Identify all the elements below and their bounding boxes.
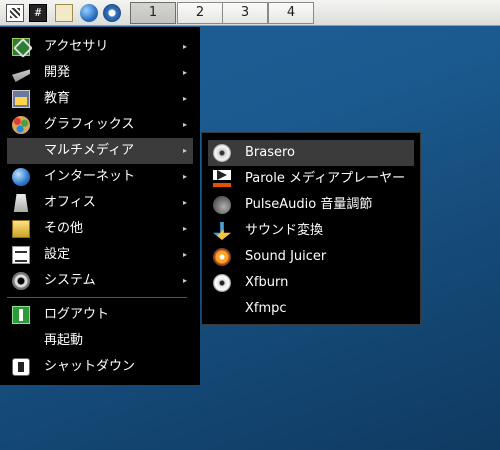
menu-item-label: アクセサリ bbox=[44, 39, 109, 54]
menu-item-settings[interactable]: 設定 ▸ bbox=[7, 242, 193, 268]
other-icon bbox=[12, 220, 30, 238]
multimedia-submenu: Brasero Parole メディアプレーヤー PulseAudio 音量調節… bbox=[201, 132, 421, 325]
submenu-arrow-icon: ▸ bbox=[182, 146, 187, 155]
submenu-item-sound-converter[interactable]: サウンド変換 bbox=[208, 218, 414, 244]
menu-item-office[interactable]: オフィス ▸ bbox=[7, 190, 193, 216]
submenu-arrow-icon: ▸ bbox=[182, 276, 187, 285]
menu-item-shutdown[interactable]: シャットダウン bbox=[7, 354, 193, 380]
graphics-icon bbox=[12, 116, 30, 134]
menu-item-graphics[interactable]: グラフィックス ▸ bbox=[7, 112, 193, 138]
menu-item-label: Parole メディアプレーヤー bbox=[245, 171, 406, 186]
menu-item-education[interactable]: 教育 ▸ bbox=[7, 86, 193, 112]
menu-item-label: 開発 bbox=[44, 65, 71, 80]
disc-burner-icon bbox=[213, 144, 231, 162]
menu-item-logout[interactable]: ログアウト bbox=[7, 302, 193, 328]
top-panel: # 1 2 3 4 bbox=[0, 0, 500, 26]
menu-item-label: オフィス bbox=[44, 195, 96, 210]
applications-menu-icon[interactable] bbox=[6, 4, 24, 22]
submenu-arrow-icon: ▸ bbox=[182, 68, 187, 77]
menu-item-label: 設定 bbox=[44, 247, 71, 262]
submenu-arrow-icon: ▸ bbox=[182, 250, 187, 259]
office-icon bbox=[13, 194, 29, 212]
cd-ripper-icon bbox=[213, 248, 231, 266]
menu-item-internet[interactable]: インターネット ▸ bbox=[7, 164, 193, 190]
menu-item-label: グラフィックス bbox=[44, 117, 135, 132]
workspace-2-button[interactable]: 2 bbox=[177, 2, 223, 24]
menu-item-system[interactable]: システム ▸ bbox=[7, 268, 193, 294]
submenu-item-xfmpc[interactable]: Xfmpc bbox=[208, 296, 414, 322]
menu-item-label: システム bbox=[44, 273, 96, 288]
accessories-icon bbox=[12, 38, 30, 56]
menu-item-label: その他 bbox=[44, 221, 84, 236]
menu-item-label: シャットダウン bbox=[44, 359, 136, 374]
web-browser-icon[interactable] bbox=[80, 4, 98, 22]
settings-icon bbox=[12, 246, 30, 264]
submenu-item-sound-juicer[interactable]: Sound Juicer bbox=[208, 244, 414, 270]
menu-item-accessories[interactable]: アクセサリ ▸ bbox=[7, 34, 193, 60]
app-finder-icon[interactable] bbox=[103, 4, 121, 22]
workspace-3-button[interactable]: 3 bbox=[222, 2, 268, 24]
submenu-item-pulseaudio[interactable]: PulseAudio 音量調節 bbox=[208, 192, 414, 218]
internet-icon bbox=[12, 168, 30, 186]
submenu-arrow-icon: ▸ bbox=[182, 172, 187, 181]
menu-item-label: Brasero bbox=[245, 145, 296, 160]
menu-item-label: インターネット bbox=[44, 169, 136, 184]
menu-item-development[interactable]: 開発 ▸ bbox=[7, 60, 193, 86]
submenu-arrow-icon: ▸ bbox=[182, 42, 187, 51]
menu-item-label: Xfburn bbox=[245, 275, 289, 290]
development-icon bbox=[12, 69, 30, 82]
submenu-arrow-icon: ▸ bbox=[182, 198, 187, 207]
applications-menu: アクセサリ ▸ 開発 ▸ 教育 ▸ グラフィックス ▸ マルチメディア ▸ イン… bbox=[0, 27, 200, 385]
file-manager-icon[interactable] bbox=[55, 4, 73, 22]
menu-item-label: 再起動 bbox=[44, 333, 84, 348]
menu-item-label: Xfmpc bbox=[245, 301, 287, 316]
menu-item-label: マルチメディア bbox=[44, 143, 135, 158]
workspace-4-button[interactable]: 4 bbox=[268, 2, 314, 24]
submenu-arrow-icon: ▸ bbox=[182, 120, 187, 129]
menu-item-other[interactable]: その他 ▸ bbox=[7, 216, 193, 242]
submenu-arrow-icon: ▸ bbox=[182, 94, 187, 103]
menu-item-label: ログアウト bbox=[44, 307, 110, 322]
workspace-1-button[interactable]: 1 bbox=[130, 2, 176, 24]
volume-control-icon bbox=[213, 196, 231, 214]
logout-icon bbox=[12, 306, 30, 324]
education-icon bbox=[12, 90, 30, 108]
submenu-item-brasero[interactable]: Brasero bbox=[208, 140, 414, 166]
xfburn-disc-icon bbox=[213, 274, 231, 292]
menu-separator bbox=[7, 297, 187, 298]
menu-item-label: 教育 bbox=[44, 91, 71, 106]
menu-item-multimedia[interactable]: マルチメディア ▸ bbox=[7, 138, 193, 164]
menu-item-label: サウンド変換 bbox=[245, 223, 324, 238]
system-icon bbox=[12, 272, 30, 290]
submenu-arrow-icon: ▸ bbox=[182, 224, 187, 233]
menu-item-label: Sound Juicer bbox=[245, 249, 327, 264]
sound-converter-icon bbox=[213, 222, 231, 240]
menu-item-restart[interactable]: 再起動 bbox=[7, 328, 193, 354]
submenu-item-parole[interactable]: Parole メディアプレーヤー bbox=[208, 166, 414, 192]
shutdown-icon bbox=[12, 358, 30, 376]
terminal-icon[interactable]: # bbox=[29, 4, 47, 22]
media-player-icon bbox=[213, 170, 231, 188]
menu-item-label: PulseAudio 音量調節 bbox=[245, 197, 373, 212]
submenu-item-xfburn[interactable]: Xfburn bbox=[208, 270, 414, 296]
